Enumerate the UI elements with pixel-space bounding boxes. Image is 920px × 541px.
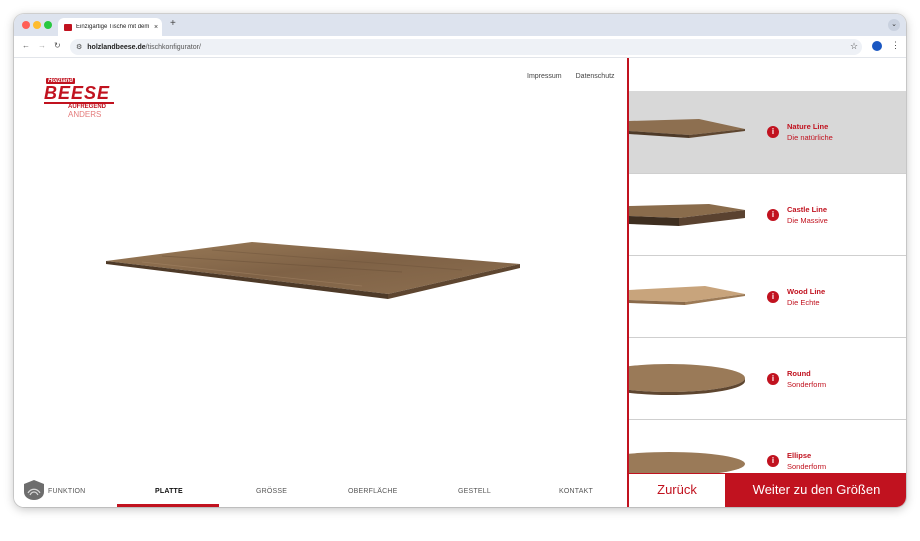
back-arrow-icon[interactable]: ←: [22, 41, 30, 50]
browser-toolbar: ← → ↻ ⚙ holzlandbeese.de/tischkonfigurat…: [14, 36, 906, 58]
info-icon[interactable]: i: [767, 455, 779, 467]
plate-option-subtitle: Die natürliche: [787, 133, 833, 142]
info-icon[interactable]: i: [767, 373, 779, 385]
tab-close-icon[interactable]: ×: [154, 24, 158, 31]
round-thumbnail: [629, 364, 745, 395]
step-groesse[interactable]: GRÖSSE: [256, 488, 287, 495]
zoom-window-button[interactable]: [44, 21, 52, 29]
plate-option-subtitle: Die Echte: [787, 298, 820, 307]
next-to-sizes-button[interactable]: Weiter zu den Größen: [725, 473, 906, 507]
datenschutz-link[interactable]: Datenschutz: [576, 73, 615, 80]
bookmark-star-icon[interactable]: ☆: [850, 41, 858, 52]
plate-option-nature-line[interactable]: i Nature Line Die natürliche: [629, 91, 906, 173]
site-settings-icon[interactable]: ⚙: [76, 43, 82, 51]
configurator-steps-nav: FUNKTION PLATTE GRÖSSE OBERFLÄCHE GESTEL…: [14, 479, 627, 507]
minimize-window-button[interactable]: [33, 21, 41, 29]
plate-option-title: Ellipse: [787, 451, 812, 460]
new-tab-button[interactable]: +: [170, 18, 176, 29]
page-content: Holzland BEESE AUFREGEND ANDERS Impressu…: [14, 58, 906, 507]
plate-option-round[interactable]: i Round Sonderform: [629, 338, 906, 420]
plate-option-title: Wood Line: [787, 287, 826, 296]
forward-arrow-icon[interactable]: →: [38, 41, 46, 50]
browser-tab[interactable]: Einzigartige Tische mit dem T ×: [58, 18, 162, 36]
tab-title: Einzigartige Tische mit dem T: [76, 24, 150, 30]
site-favicon-icon: [64, 23, 72, 31]
profile-avatar-icon[interactable]: [872, 41, 882, 51]
browser-menu-icon[interactable]: ⋮: [891, 40, 900, 51]
plate-option-title: Round: [787, 369, 811, 378]
reload-icon[interactable]: ↻: [54, 41, 61, 50]
plate-option-subtitle: Sonderform: [787, 462, 827, 471]
info-icon[interactable]: i: [767, 209, 779, 221]
logo-brand-text: BEESE: [44, 83, 111, 103]
plate-option-wood-line[interactable]: i Wood Line Die Echte: [629, 256, 906, 338]
wood-line-thumbnail: [629, 286, 745, 305]
info-icon[interactable]: i: [767, 126, 779, 138]
browser-window: Einzigartige Tische mit dem T × + ⌄ ← → …: [14, 14, 906, 507]
step-kontakt[interactable]: KONTAKT: [559, 488, 593, 495]
info-icon[interactable]: i: [767, 291, 779, 303]
close-window-button[interactable]: [22, 21, 30, 29]
top-links: Impressum Datenschutz: [527, 73, 615, 80]
plate-option-castle-line[interactable]: i Castle Line Die Massive: [629, 174, 906, 256]
plate-option-subtitle: Sonderform: [787, 380, 827, 389]
castle-line-thumbnail: [629, 204, 745, 226]
step-platte[interactable]: PLATTE: [155, 488, 183, 495]
url-path: /tischkonfigurator/: [145, 43, 201, 51]
plate-option-title: Castle Line: [787, 205, 828, 214]
address-bar[interactable]: ⚙ holzlandbeese.de/tischkonfigurator/: [70, 39, 862, 55]
logo-slogan-line2: ANDERS: [68, 110, 102, 119]
beese-logo[interactable]: Holzland BEESE AUFREGEND ANDERS: [44, 78, 116, 119]
plate-type-sidebar: i Nature Line Die natürliche i Castle Li…: [627, 58, 906, 507]
tab-search-chevron-icon[interactable]: ⌄: [888, 19, 900, 31]
url-domain: holzlandbeese.de: [87, 43, 146, 51]
plate-option-title: Nature Line: [787, 122, 829, 131]
tab-strip: Einzigartige Tische mit dem T × + ⌄: [14, 14, 906, 36]
nature-line-thumbnail: [629, 119, 745, 138]
quality-badge-icon: [24, 480, 44, 500]
active-step-indicator: [117, 504, 219, 507]
impressum-link[interactable]: Impressum: [527, 73, 562, 80]
table-top-3d-preview[interactable]: [102, 236, 522, 306]
step-oberflaeche[interactable]: OBERFLÄCHE: [348, 488, 397, 495]
back-button[interactable]: Zurück: [629, 473, 725, 507]
step-funktion[interactable]: FUNKTION: [48, 488, 85, 495]
plate-option-subtitle: Die Massive: [787, 216, 828, 225]
step-gestell[interactable]: GESTELL: [458, 488, 491, 495]
